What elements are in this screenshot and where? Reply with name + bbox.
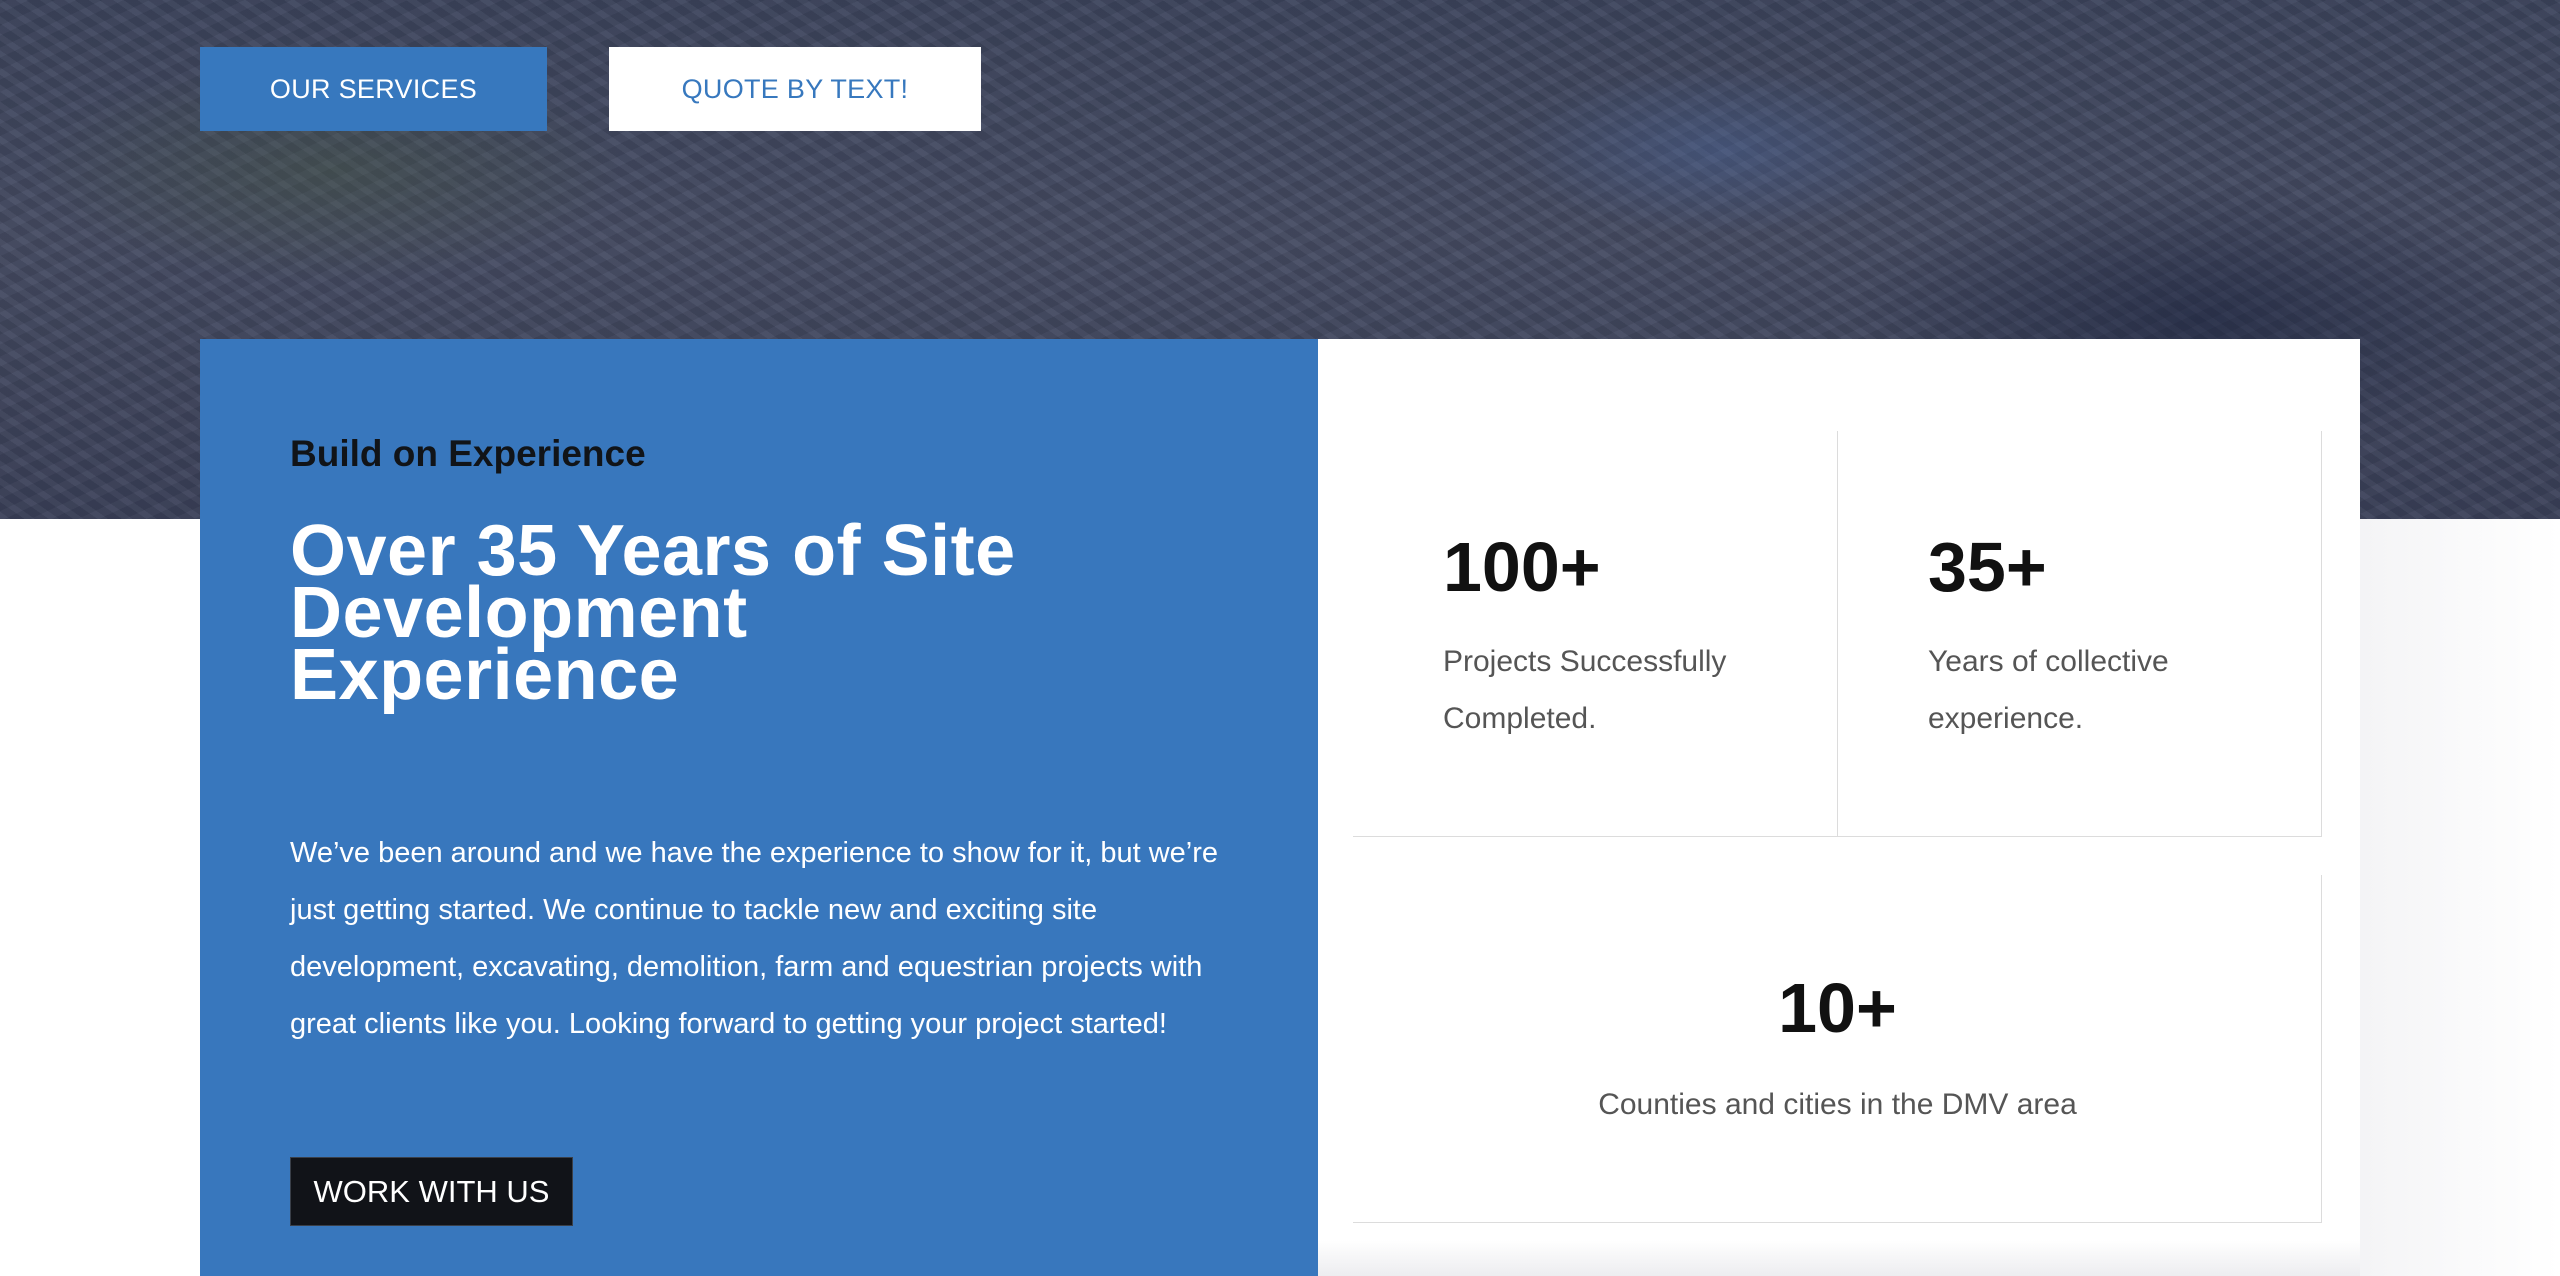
stat-label-line: Years of collective (1928, 645, 2169, 678)
our-services-button[interactable]: OUR SERVICES (200, 47, 547, 131)
stat-value-years: 35+ (1928, 528, 2047, 606)
stat-label-line: Projects Successfully (1443, 645, 1727, 678)
panel-shadow (2360, 519, 2560, 1276)
work-with-us-button[interactable]: WORK WITH US (290, 1157, 573, 1226)
stat-label-line: Completed. (1443, 702, 1597, 735)
section-eyebrow: Build on Experience (290, 433, 646, 474)
section-heading: Over 35 Years of Site Development Experi… (290, 515, 1190, 715)
stats-divider (1353, 836, 2322, 837)
stats-divider (1353, 1222, 2322, 1223)
stat-label-projects: Projects Successfully Completed. (1443, 633, 1803, 747)
stat-label-counties: Counties and cities in the DMV area (1353, 1076, 2322, 1133)
section-body-text: We’ve been around and we have the experi… (290, 837, 1219, 1040)
stat-label-line: Counties and cities in the DMV area (1598, 1088, 2077, 1121)
heading-line: Experience (290, 635, 680, 715)
stats-divider (2321, 875, 2322, 1223)
stat-value-counties: 10+ (1778, 969, 1897, 1047)
stats-divider (1837, 431, 1838, 837)
stat-label-line: experience. (1928, 702, 2084, 735)
stat-value-projects: 100+ (1443, 528, 1601, 606)
stats-panel (1318, 339, 2360, 1276)
experience-panel (200, 339, 1318, 1276)
stat-label-years: Years of collective experience. (1928, 633, 2288, 747)
quote-by-text-button[interactable]: QUOTE BY TEXT! (609, 47, 981, 131)
panel-bottom-shadow (1318, 1240, 2360, 1276)
stats-divider (2321, 431, 2322, 837)
